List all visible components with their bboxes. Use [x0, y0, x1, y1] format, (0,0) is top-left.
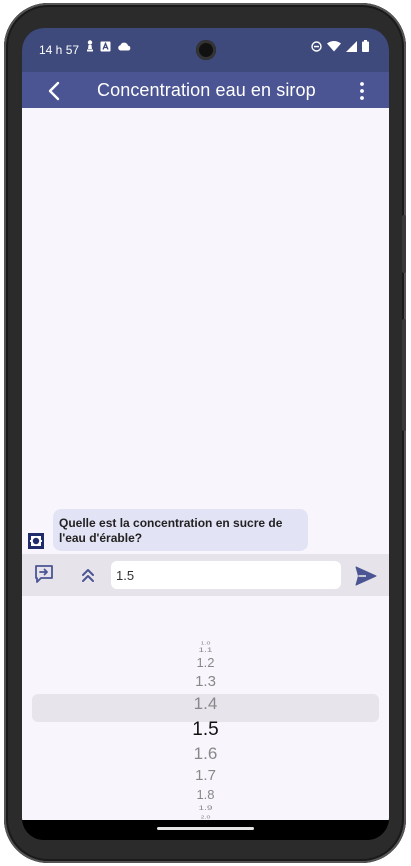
wifi-icon	[327, 40, 341, 51]
signal-icon	[346, 40, 357, 52]
volume-button	[402, 319, 406, 431]
screen: 14 h 57 Concentration eau en sirop Quell…	[22, 28, 389, 840]
phone-frame: 14 h 57 Concentration eau en sirop Quell…	[4, 3, 406, 863]
picker-item-selected[interactable]: 1.5	[22, 720, 389, 739]
front-camera	[196, 40, 216, 60]
answer-input[interactable]	[111, 561, 341, 589]
picker-item[interactable]: 1.9	[22, 806, 389, 812]
picker-item[interactable]: 1.4	[22, 695, 389, 712]
chess-pawn-icon	[87, 40, 93, 52]
chat-area: Quelle est la concentration en sucre de …	[22, 108, 389, 554]
picker-item[interactable]: 1.3	[22, 674, 389, 689]
a-box-icon	[100, 41, 111, 51]
chat-arrow-icon[interactable]	[34, 564, 54, 584]
page-title: Concentration eau en sirop	[97, 80, 316, 100]
picker-item[interactable]: 2.0	[22, 815, 389, 819]
power-button	[402, 215, 406, 273]
dnd-icon	[311, 40, 322, 52]
status-bar: 14 h 57	[22, 28, 389, 72]
status-time: 14 h 57	[39, 43, 80, 57]
picker-item[interactable]: 1.1	[22, 648, 389, 654]
cloud-icon	[118, 42, 131, 51]
picker-item[interactable]: 1.8	[22, 788, 389, 801]
more-vert-icon[interactable]	[357, 81, 367, 101]
number-picker[interactable]: 1.0 1.1 1.2 1.3 1.4 1.5 1.6 1.7 1.8 1.9 2.0	[22, 596, 389, 820]
input-bar	[22, 554, 389, 596]
double-chevron-up-icon[interactable]	[80, 566, 96, 584]
chat-message-bot: Quelle est la concentration en sucre de …	[53, 509, 308, 551]
send-icon[interactable]	[355, 566, 377, 586]
picker-item[interactable]: 1.6	[22, 745, 389, 762]
home-indicator[interactable]	[157, 827, 254, 830]
gesture-nav-bar	[22, 820, 389, 840]
app-bar: Concentration eau en sirop	[22, 72, 389, 108]
bot-avatar-icon	[28, 533, 44, 549]
battery-icon	[362, 40, 369, 52]
picker-item[interactable]: 1.0	[22, 641, 389, 645]
picker-item[interactable]: 1.2	[22, 656, 389, 669]
arrow-back-icon[interactable]	[44, 80, 66, 102]
picker-item[interactable]: 1.7	[22, 768, 389, 783]
